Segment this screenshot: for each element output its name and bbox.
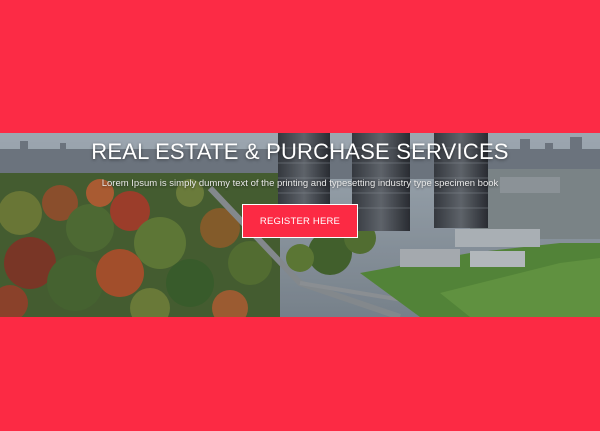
hero-subtitle: Lorem Ipsum is simply dummy text of the …: [101, 178, 499, 189]
bottom-red-band: [0, 317, 600, 431]
hero-banner: REAL ESTATE & PURCHASE SERVICES Lorem Ip…: [0, 133, 600, 317]
hero-title: REAL ESTATE & PURCHASE SERVICES: [91, 139, 509, 164]
top-red-band: [0, 0, 600, 133]
register-button[interactable]: REGISTER HERE: [242, 204, 358, 238]
